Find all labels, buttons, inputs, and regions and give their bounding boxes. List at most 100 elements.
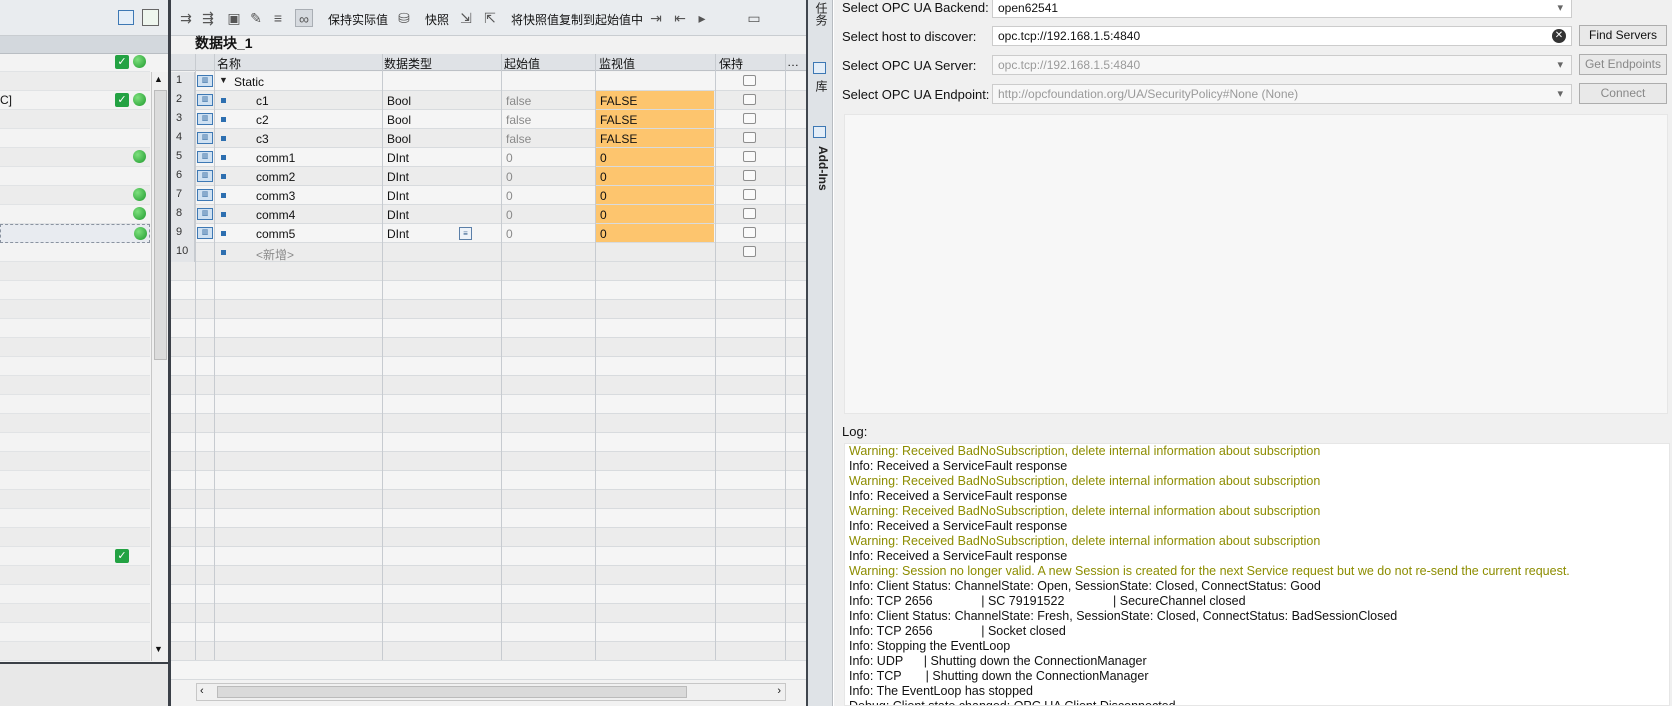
cell-name[interactable]: c3 xyxy=(256,132,269,146)
tree-row[interactable] xyxy=(0,566,150,585)
col-type[interactable]: 数据类型 xyxy=(384,55,432,72)
table-row[interactable]: 6 ▥ comm2 DInt 0 0 xyxy=(171,167,806,186)
cell-name[interactable]: c2 xyxy=(256,113,269,127)
cell-start-value[interactable]: false xyxy=(506,94,531,108)
cell-name[interactable]: comm1 xyxy=(256,151,295,165)
row-header[interactable] xyxy=(171,148,195,167)
retain-checkbox[interactable] xyxy=(743,208,756,219)
scroll-right-icon[interactable]: › xyxy=(777,685,781,697)
cell-type[interactable]: DInt xyxy=(387,151,409,165)
cell-name[interactable]: comm2 xyxy=(256,170,295,184)
tree-row[interactable] xyxy=(0,300,150,319)
apply-icon[interactable]: ⇥ xyxy=(647,9,665,27)
cell-monitor-value[interactable]: FALSE xyxy=(596,91,714,109)
cell-type[interactable]: Bool xyxy=(387,132,411,146)
snapshot-button[interactable]: 快照 xyxy=(425,11,449,28)
tree-row[interactable] xyxy=(0,205,150,224)
tree-row[interactable] xyxy=(0,604,150,623)
tab-library[interactable]: 库 xyxy=(812,80,830,102)
tab-tasks[interactable]: 任务 xyxy=(812,2,830,42)
col-monitor[interactable]: 监视值 xyxy=(599,55,635,72)
tree-row[interactable] xyxy=(0,262,150,281)
window-icon[interactable]: ▭ xyxy=(745,9,763,27)
cell-monitor-value[interactable]: 0 xyxy=(596,167,714,185)
find-servers-button[interactable]: Find Servers xyxy=(1579,25,1667,46)
cell-start-value[interactable]: 0 xyxy=(506,170,513,184)
tree-row[interactable] xyxy=(0,528,150,547)
cell-name[interactable]: comm3 xyxy=(256,189,295,203)
retain-checkbox[interactable] xyxy=(743,189,756,200)
endpoint-select[interactable]: http://opcfoundation.org/UA/SecurityPoli… xyxy=(992,84,1572,104)
tree-row[interactable] xyxy=(0,338,150,357)
table-row[interactable]: 10 <新增> xyxy=(171,243,806,262)
tree-row[interactable] xyxy=(0,376,150,395)
tree-row[interactable] xyxy=(0,509,150,528)
row-header[interactable] xyxy=(171,110,195,129)
col-name[interactable]: 名称 xyxy=(217,55,241,72)
tree-row[interactable] xyxy=(0,319,150,338)
tree-row[interactable] xyxy=(0,452,150,471)
node-browser-area[interactable] xyxy=(844,114,1668,414)
expand-icon[interactable]: ▣ xyxy=(225,9,243,27)
retain-checkbox[interactable] xyxy=(743,75,756,86)
tree-row[interactable] xyxy=(0,357,150,376)
table-row[interactable]: 3 ▥ c2 Bool false FALSE xyxy=(171,110,806,129)
cell-type[interactable]: Bool xyxy=(387,94,411,108)
cell-name[interactable]: comm5 xyxy=(256,227,295,241)
h-scroll-thumb[interactable] xyxy=(217,686,687,698)
cell-type[interactable]: DInt xyxy=(387,170,409,184)
retain-checkbox[interactable] xyxy=(743,246,756,257)
row-header[interactable] xyxy=(171,205,195,224)
export-icon[interactable] xyxy=(142,9,159,26)
tree-row[interactable] xyxy=(0,585,150,604)
tree-row[interactable] xyxy=(0,129,150,148)
log-output[interactable]: Warning: Received BadNoSubscription, del… xyxy=(844,443,1670,706)
tree-row[interactable] xyxy=(0,395,150,414)
retain-checkbox[interactable] xyxy=(743,94,756,105)
copy-snapshot-button[interactable]: 将快照值复制到起始值中 xyxy=(511,11,643,28)
tree-row[interactable] xyxy=(0,490,150,509)
retain-checkbox[interactable] xyxy=(743,170,756,181)
horizontal-scrollbar[interactable]: ‹ › xyxy=(196,683,786,701)
cell-type[interactable]: DInt xyxy=(387,189,409,203)
load-icon[interactable]: ⇲ xyxy=(457,9,475,27)
tree-row[interactable] xyxy=(0,243,150,262)
backend-select[interactable]: open62541 ▾ xyxy=(992,0,1572,18)
connect-button[interactable]: Connect xyxy=(1579,83,1667,104)
cell-start-value[interactable]: 0 xyxy=(506,189,513,203)
tree-row[interactable] xyxy=(0,167,150,186)
cell-type[interactable]: DInt xyxy=(387,227,409,241)
left-vertical-scrollbar[interactable]: ▲ ▼ xyxy=(151,72,168,661)
apply2-icon[interactable]: ⇤ xyxy=(671,9,689,27)
table-row[interactable]: 2 ▥ c1 Bool false FALSE xyxy=(171,91,806,110)
col-retain[interactable]: 保持 xyxy=(719,55,743,72)
cell-name[interactable]: c1 xyxy=(256,94,269,108)
table-row[interactable]: 7 ▥ comm3 DInt 0 0 xyxy=(171,186,806,205)
row-header[interactable] xyxy=(171,186,195,205)
keep-actual-button[interactable]: 保持实际值 xyxy=(328,11,388,28)
tree-row[interactable] xyxy=(0,110,150,129)
monitor-icon[interactable]: ∞ xyxy=(295,9,313,27)
library-icon[interactable] xyxy=(813,62,826,74)
tree-row[interactable] xyxy=(0,224,150,243)
server-select[interactable]: opc.tcp://192.168.1.5:4840 ▾ xyxy=(992,55,1572,75)
row-header[interactable] xyxy=(171,167,195,186)
cell-monitor-value[interactable]: 0 xyxy=(596,148,714,166)
cell-start-value[interactable]: 0 xyxy=(506,208,513,222)
retain-checkbox[interactable] xyxy=(743,113,756,124)
tree-row[interactable] xyxy=(0,623,150,642)
cell-monitor-value[interactable]: 0 xyxy=(596,224,714,242)
cell-monitor-value[interactable]: FALSE xyxy=(596,110,714,128)
row-header[interactable] xyxy=(171,224,195,243)
get-endpoints-button[interactable]: Get Endpoints xyxy=(1579,54,1667,75)
tree-row[interactable] xyxy=(0,186,150,205)
tree-row[interactable] xyxy=(0,414,150,433)
cell-start-value[interactable]: 0 xyxy=(506,227,513,241)
table-row[interactable]: 5 ▥ comm1 DInt 0 0 xyxy=(171,148,806,167)
cell-start-value[interactable]: false xyxy=(506,113,531,127)
more-arrow-icon[interactable]: ▸ xyxy=(693,9,711,27)
tree-row[interactable]: ✓ xyxy=(0,53,150,72)
retain-checkbox[interactable] xyxy=(743,151,756,162)
tree-row[interactable]: C] ✓ xyxy=(0,91,150,110)
collapse-triangle-icon[interactable]: ▼ xyxy=(219,75,228,85)
